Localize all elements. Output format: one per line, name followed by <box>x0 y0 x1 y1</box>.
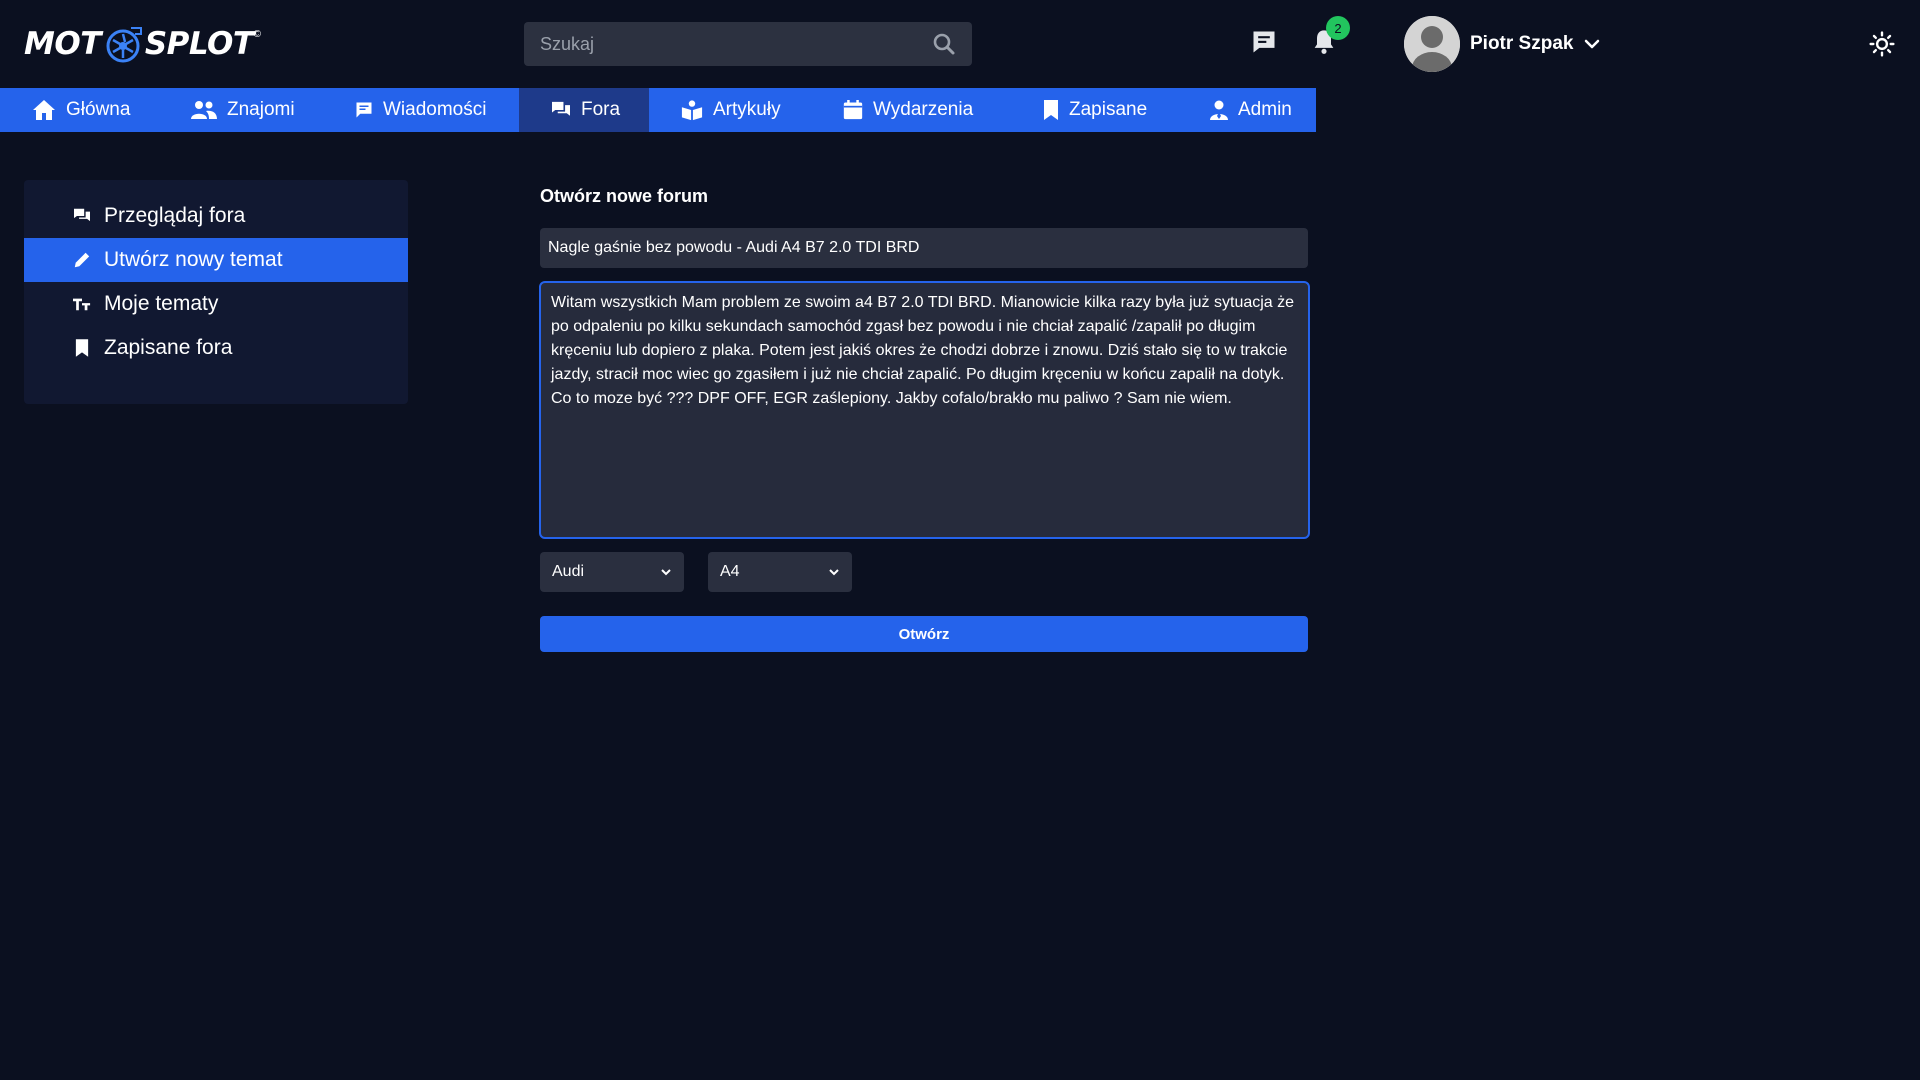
search-input[interactable] <box>524 22 922 66</box>
nav-label: Fora <box>581 99 621 120</box>
top-header: MOT SPLOT © 2 <box>0 0 1920 88</box>
nav-item-forum[interactable]: Fora <box>519 88 649 132</box>
sun-icon <box>1869 31 1895 57</box>
articles-icon <box>681 100 703 121</box>
avatar-silhouette-icon <box>1404 16 1460 72</box>
chevron-down-icon <box>661 569 671 576</box>
nav-label: Admin <box>1238 99 1292 120</box>
bookmark-icon <box>75 339 89 357</box>
forum-icon <box>552 101 570 116</box>
nav-item-events[interactable]: Wydarzenia <box>810 88 1007 132</box>
logo-text-left: MOT <box>24 26 101 62</box>
nav-item-saved[interactable]: Zapisane <box>1007 88 1176 132</box>
sidebar-item-new-topic[interactable]: Utwórz nowy temat <box>24 238 408 282</box>
pencil-icon <box>74 252 90 268</box>
nav-item-admin[interactable]: Admin <box>1176 88 1316 132</box>
search-icon <box>933 33 955 55</box>
chat-icon <box>1253 31 1275 53</box>
forum-sidebar: Przeglądaj fora Utwórz nowy temat Moje t… <box>24 180 408 404</box>
sidebar-item-my-topics[interactable]: Moje tematy <box>24 282 408 326</box>
nav-label: Wydarzenia <box>873 99 974 120</box>
form-title: Otwórz nowe forum <box>540 186 708 206</box>
topic-content-textarea[interactable]: Witam wszystkich Mam problem ze swoim a4… <box>539 281 1310 539</box>
turbo-icon <box>106 27 142 63</box>
logo-text-right: SPLOT <box>144 26 254 62</box>
home-icon <box>33 100 55 120</box>
logo[interactable]: MOT SPLOT © <box>24 22 261 66</box>
messages-button[interactable] <box>1246 24 1282 60</box>
forum-icon <box>74 208 90 222</box>
model-select-value: A4 <box>720 563 740 580</box>
user-menu[interactable]: Piotr Szpak <box>1404 16 1601 72</box>
sidebar-item-browse-forums[interactable]: Przeglądaj fora <box>24 194 408 238</box>
friends-icon <box>191 101 217 119</box>
model-select[interactable]: A4 <box>708 552 852 592</box>
nav-item-friends[interactable]: Znajomi <box>161 88 319 132</box>
search-bar <box>524 22 972 66</box>
message-icon <box>356 102 372 118</box>
nav-label: Główna <box>66 99 131 120</box>
brand-select[interactable]: Audi <box>540 552 684 592</box>
nav-label: Wiadomości <box>383 99 487 120</box>
sidebar-item-label: Przeglądaj fora <box>104 204 246 227</box>
user-name: Piotr Szpak <box>1470 33 1574 54</box>
main-nav: Główna Znajomi Wiadomości Fora Artykuły … <box>0 88 1316 132</box>
text-icon <box>73 298 91 311</box>
sidebar-item-saved-forums[interactable]: Zapisane fora <box>24 326 408 370</box>
nav-item-messages[interactable]: Wiadomości <box>319 88 519 132</box>
sidebar-item-label: Zapisane fora <box>104 336 233 359</box>
sidebar-item-label: Moje tematy <box>104 292 219 315</box>
registered-mark: © <box>253 28 261 40</box>
theme-toggle-button[interactable] <box>1866 28 1898 60</box>
search-button[interactable] <box>922 22 966 66</box>
chevron-down-icon <box>829 569 839 576</box>
open-forum-button[interactable]: Otwórz <box>540 616 1308 652</box>
calendar-icon <box>843 100 863 120</box>
nav-label: Artykuły <box>713 99 781 120</box>
bookmark-icon <box>1044 100 1058 120</box>
chevron-down-icon <box>1585 39 1600 49</box>
brand-select-value: Audi <box>552 563 585 580</box>
nav-item-home[interactable]: Główna <box>0 88 161 132</box>
nav-item-articles[interactable]: Artykuły <box>649 88 810 132</box>
admin-icon <box>1210 100 1228 120</box>
topic-title-input[interactable] <box>540 228 1308 268</box>
nav-label: Znajomi <box>227 99 295 120</box>
avatar <box>1404 16 1460 72</box>
notification-badge: 2 <box>1326 16 1350 40</box>
sidebar-item-label: Utwórz nowy temat <box>104 248 283 271</box>
nav-label: Zapisane <box>1069 99 1148 120</box>
